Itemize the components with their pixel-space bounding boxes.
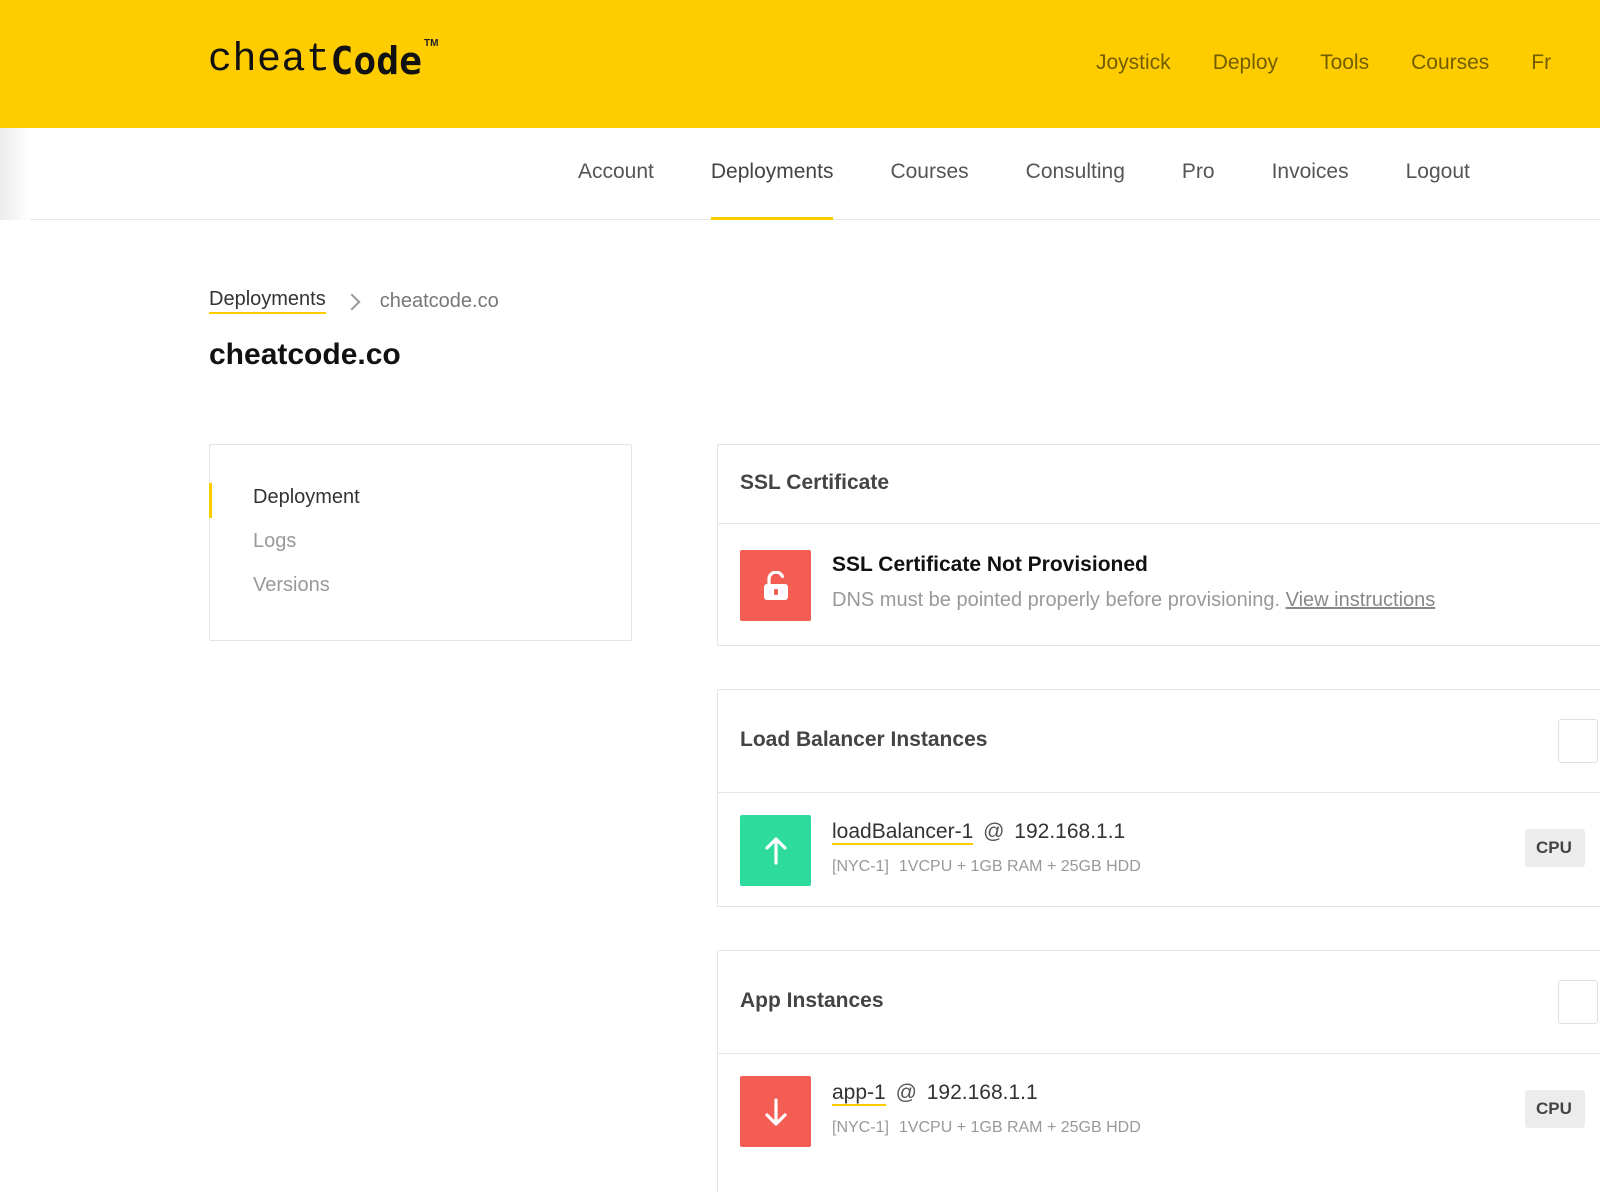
deployment-sidebar: Deployment Logs Versions: [209, 444, 632, 641]
load-balancer-panel: Load Balancer Instances loadBalancer-1 @…: [717, 689, 1600, 907]
lb-instance-region: [NYC-1]: [832, 858, 889, 875]
app-instance-status: [740, 1076, 811, 1147]
logo[interactable]: cheat Code TM: [208, 36, 439, 86]
ssl-status-box: [740, 550, 811, 621]
at-symbol: @: [983, 820, 1005, 843]
top-nav-fr[interactable]: Fr: [1531, 50, 1551, 76]
ssl-status-description: DNS must be pointed properly before prov…: [832, 589, 1435, 612]
lb-instance-ip: 192.168.1.1: [1014, 820, 1126, 843]
subnav-consulting[interactable]: Consulting: [1026, 128, 1125, 220]
ssl-certificate-panel: SSL Certificate SSL Certificate Not Prov…: [717, 444, 1600, 646]
arrow-down-icon: [764, 1097, 787, 1126]
logo-trademark: TM: [424, 38, 439, 49]
top-header: cheat Code TM Joystick Deploy Tools Course…: [0, 0, 1600, 128]
subnav-invoices[interactable]: Invoices: [1272, 128, 1349, 220]
ssl-panel-header: SSL Certificate: [718, 445, 1600, 524]
app-panel-header: App Instances: [718, 951, 1600, 1054]
lb-cpu-badge[interactable]: CPU: [1525, 829, 1585, 867]
ssl-panel-title: SSL Certificate: [740, 471, 889, 494]
sidebar-item-versions[interactable]: Versions: [253, 574, 330, 597]
account-nav: Account Deployments Courses Consulting P…: [0, 128, 1600, 220]
top-nav-joystick[interactable]: Joystick: [1096, 50, 1171, 76]
subnav-account[interactable]: Account: [578, 128, 654, 220]
chevron-right-icon: [343, 293, 361, 310]
app-instance-ip: 192.168.1.1: [926, 1081, 1038, 1104]
page-title: cheatcode.co: [209, 338, 401, 371]
app-instance-meta: [NYC-1] 1VCPU + 1GB RAM + 25GB HDD: [832, 1119, 1141, 1137]
app-instances-panel: App Instances app-1 @ 192.168.1.1 [NYC-1…: [717, 950, 1600, 1192]
ssl-status-title: SSL Certificate Not Provisioned: [832, 553, 1148, 577]
arrow-up-icon: [764, 836, 787, 865]
lb-panel-header: Load Balancer Instances: [718, 690, 1600, 793]
view-instructions-link[interactable]: View instructions: [1286, 589, 1436, 611]
top-nav-tools[interactable]: Tools: [1320, 50, 1369, 76]
subnav-logout[interactable]: Logout: [1406, 128, 1470, 220]
logo-text-light: cheat: [208, 38, 331, 83]
subnav-pro[interactable]: Pro: [1182, 128, 1215, 220]
app-instance-title: app-1 @ 192.168.1.1: [832, 1081, 1038, 1106]
lb-instance-specs: 1VCPU + 1GB RAM + 25GB HDD: [898, 858, 1141, 875]
app-instance-name-link[interactable]: app-1: [832, 1081, 886, 1106]
app-instance-specs: 1VCPU + 1GB RAM + 25GB HDD: [898, 1119, 1141, 1136]
active-indicator: [209, 483, 212, 518]
breadcrumb-deployments-link[interactable]: Deployments: [209, 287, 326, 314]
lb-instance-status: [740, 815, 811, 886]
subnav-courses[interactable]: Courses: [890, 128, 968, 220]
top-nav-courses[interactable]: Courses: [1411, 50, 1489, 76]
app-cpu-badge[interactable]: CPU: [1525, 1090, 1585, 1128]
sidebar-item-deployment[interactable]: Deployment: [253, 486, 360, 509]
lb-instance-title: loadBalancer-1 @ 192.168.1.1: [832, 820, 1126, 845]
lb-instance-name-link[interactable]: loadBalancer-1: [832, 820, 974, 845]
unlocked-lock-icon: [763, 570, 788, 600]
lb-header-action-button[interactable]: [1558, 719, 1598, 763]
app-header-action-button[interactable]: [1558, 980, 1598, 1024]
top-nav-deploy[interactable]: Deploy: [1213, 50, 1278, 76]
at-symbol: @: [895, 1081, 917, 1104]
app-instance-region: [NYC-1]: [832, 1119, 889, 1136]
subnav-edge-shadow: [0, 128, 30, 220]
lb-panel-title: Load Balancer Instances: [740, 728, 988, 751]
breadcrumb: Deployments cheatcode.co: [209, 287, 499, 314]
top-nav: Joystick Deploy Tools Courses Fr: [1096, 50, 1551, 76]
lb-instance-meta: [NYC-1] 1VCPU + 1GB RAM + 25GB HDD: [832, 858, 1141, 876]
app-panel-title: App Instances: [740, 989, 884, 1012]
ssl-description-text: DNS must be pointed properly before prov…: [832, 589, 1281, 611]
logo-text-bold: Code: [330, 39, 423, 83]
sidebar-item-logs[interactable]: Logs: [253, 530, 296, 553]
ssl-status-title-text: SSL Certificate Not Provisioned: [832, 553, 1148, 576]
breadcrumb-current: cheatcode.co: [379, 289, 499, 312]
subnav-deployments[interactable]: Deployments: [710, 128, 833, 220]
